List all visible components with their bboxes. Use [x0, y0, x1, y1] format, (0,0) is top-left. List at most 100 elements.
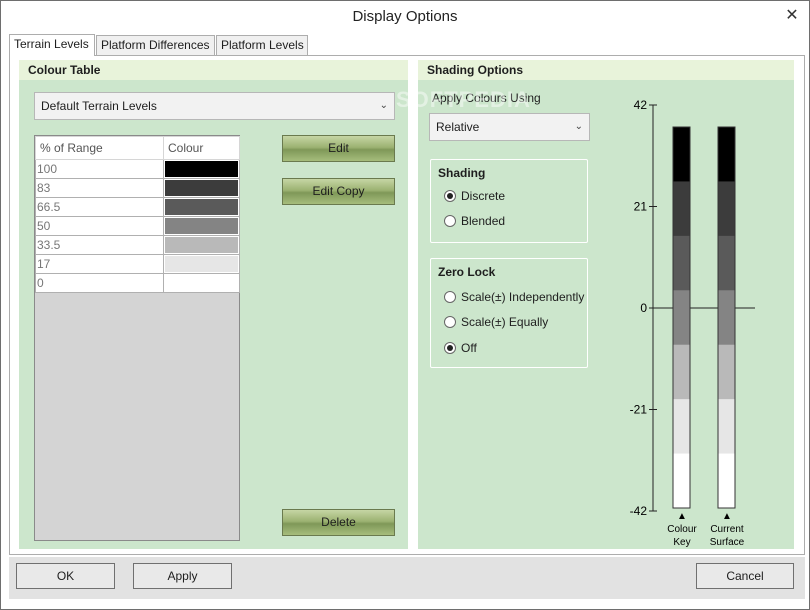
colour-key-label-line2: Key: [673, 537, 690, 548]
colour-key-label-line1: Colour: [667, 524, 697, 535]
table-row[interactable]: 33.5: [35, 235, 240, 255]
tab-platform-levels[interactable]: Platform Levels: [216, 35, 308, 55]
chevron-down-icon: ⌄: [574, 121, 583, 132]
zero-lock-groupbox: Zero Lock Scale(±) Independently Scale(±…: [430, 258, 588, 368]
scale-tick-label: -21: [630, 403, 648, 417]
colour-cell[interactable]: [163, 254, 240, 274]
colour-cell[interactable]: [163, 197, 240, 217]
apply-colours-value: Relative: [436, 120, 480, 134]
scale-tick-label: 42: [634, 98, 648, 112]
range-cell[interactable]: 100: [35, 159, 164, 179]
scale-band: [718, 399, 735, 455]
table-row[interactable]: 0: [35, 273, 240, 293]
scale-band: [673, 344, 690, 400]
range-cell[interactable]: 33.5: [35, 235, 164, 255]
radio-button[interactable]: [444, 190, 456, 202]
chevron-down-icon: ⌄: [379, 100, 388, 111]
shading-groupbox: Shading Discrete Blended: [430, 159, 588, 243]
table-row[interactable]: 100: [35, 159, 240, 179]
colour-table-header: Colour Table: [19, 60, 408, 80]
display-options-window: Display Options ✕ Terrain Levels Platfor…: [0, 0, 810, 610]
radio-button[interactable]: [444, 316, 456, 328]
scale-band: [718, 235, 735, 291]
colour-cell[interactable]: [163, 273, 240, 293]
close-icon[interactable]: ✕: [781, 6, 803, 26]
softpedia-watermark: SOFTPEDIA: [396, 87, 531, 112]
range-cell[interactable]: 50: [35, 216, 164, 236]
scale-band: [718, 290, 735, 346]
radio-label: Off: [461, 341, 477, 355]
radio-discrete[interactable]: Discrete: [444, 188, 505, 204]
table-row[interactable]: 17: [35, 254, 240, 274]
range-cell[interactable]: 0: [35, 273, 164, 293]
colour-scale-graphic: 42 21 0 -21 -42 ▲ ▲ Colour Key Current Surfa…: [630, 98, 755, 548]
radio-button[interactable]: [444, 291, 456, 303]
radio-blended[interactable]: Blended: [444, 213, 505, 229]
colour-cell[interactable]: [163, 235, 240, 255]
colour-levels-table: % of Range Colour 100 83 66.5 50 33.5 17 0: [34, 135, 240, 541]
colour-cell[interactable]: [163, 216, 240, 236]
zero-lock-group-title: Zero Lock: [438, 265, 496, 279]
radio-label: Blended: [461, 214, 506, 228]
shading-options-header: Shading Options: [418, 60, 794, 80]
scale-band: [673, 453, 690, 509]
window-title: Display Options: [352, 8, 458, 25]
colour-key-marker: ▲: [677, 511, 687, 522]
edit-button[interactable]: Edit: [282, 135, 395, 162]
radio-label: Discrete: [461, 189, 506, 203]
colour-swatch: [165, 199, 238, 215]
dialog-footer: OK Apply Cancel: [9, 557, 805, 599]
colour-cell[interactable]: [163, 178, 240, 198]
apply-button[interactable]: Apply: [133, 563, 232, 589]
scale-tick-label: 0: [640, 301, 647, 315]
colour-preset-value: Default Terrain Levels: [41, 99, 157, 113]
colour-swatch: [165, 161, 238, 177]
radio-off[interactable]: Off: [444, 340, 477, 356]
table-row[interactable]: 66.5: [35, 197, 240, 217]
shading-group-title: Shading: [438, 166, 486, 180]
scale-band: [673, 290, 690, 346]
radio-scale-equally[interactable]: Scale(±) Equally: [444, 314, 548, 330]
colour-swatch: [165, 256, 238, 272]
radio-scale-independently[interactable]: Scale(±) Independently: [444, 289, 584, 305]
table-row[interactable]: 83: [35, 178, 240, 198]
apply-colours-dropdown[interactable]: Relative ⌄: [429, 113, 590, 141]
column-header-range[interactable]: % of Range: [35, 136, 164, 160]
current-surface-label-line2: Surface: [710, 537, 745, 548]
scale-tick-label: 21: [634, 200, 648, 214]
current-surface-marker: ▲: [722, 511, 732, 522]
scale-tick-label: -42: [630, 504, 648, 518]
range-cell[interactable]: 83: [35, 178, 164, 198]
table-row[interactable]: 50: [35, 216, 240, 236]
scale-band: [718, 453, 735, 509]
radio-button[interactable]: [444, 215, 456, 227]
scale-band: [718, 181, 735, 237]
scale-band: [718, 127, 735, 182]
colour-key-bar: [672, 126, 691, 509]
table-header-row: % of Range Colour: [35, 136, 240, 160]
radio-button[interactable]: [444, 342, 456, 354]
colour-swatch: [165, 275, 238, 291]
colour-preset-dropdown[interactable]: Default Terrain Levels ⌄: [34, 92, 395, 120]
colour-swatch: [165, 218, 238, 234]
range-cell[interactable]: 17: [35, 254, 164, 274]
current-surface-bar: [717, 126, 736, 509]
tab-terrain-levels[interactable]: Terrain Levels: [9, 34, 95, 56]
delete-button[interactable]: Delete: [282, 509, 395, 536]
radio-label: Scale(±) Independently: [461, 290, 585, 304]
current-surface-label-line1: Current: [710, 524, 744, 535]
scale-band: [673, 181, 690, 237]
scale-band: [673, 127, 690, 182]
cancel-button[interactable]: Cancel: [696, 563, 794, 589]
range-cell[interactable]: 66.5: [35, 197, 164, 217]
title-bar: Display Options ✕: [1, 1, 809, 32]
colour-swatch: [165, 180, 238, 196]
edit-copy-button[interactable]: Edit Copy: [282, 178, 395, 205]
tab-platform-differences[interactable]: Platform Differences: [96, 35, 215, 55]
colour-cell[interactable]: [163, 159, 240, 179]
scale-band: [673, 399, 690, 455]
scale-band: [673, 235, 690, 291]
scale-band: [718, 344, 735, 400]
column-header-colour[interactable]: Colour: [163, 136, 240, 160]
ok-button[interactable]: OK: [16, 563, 115, 589]
